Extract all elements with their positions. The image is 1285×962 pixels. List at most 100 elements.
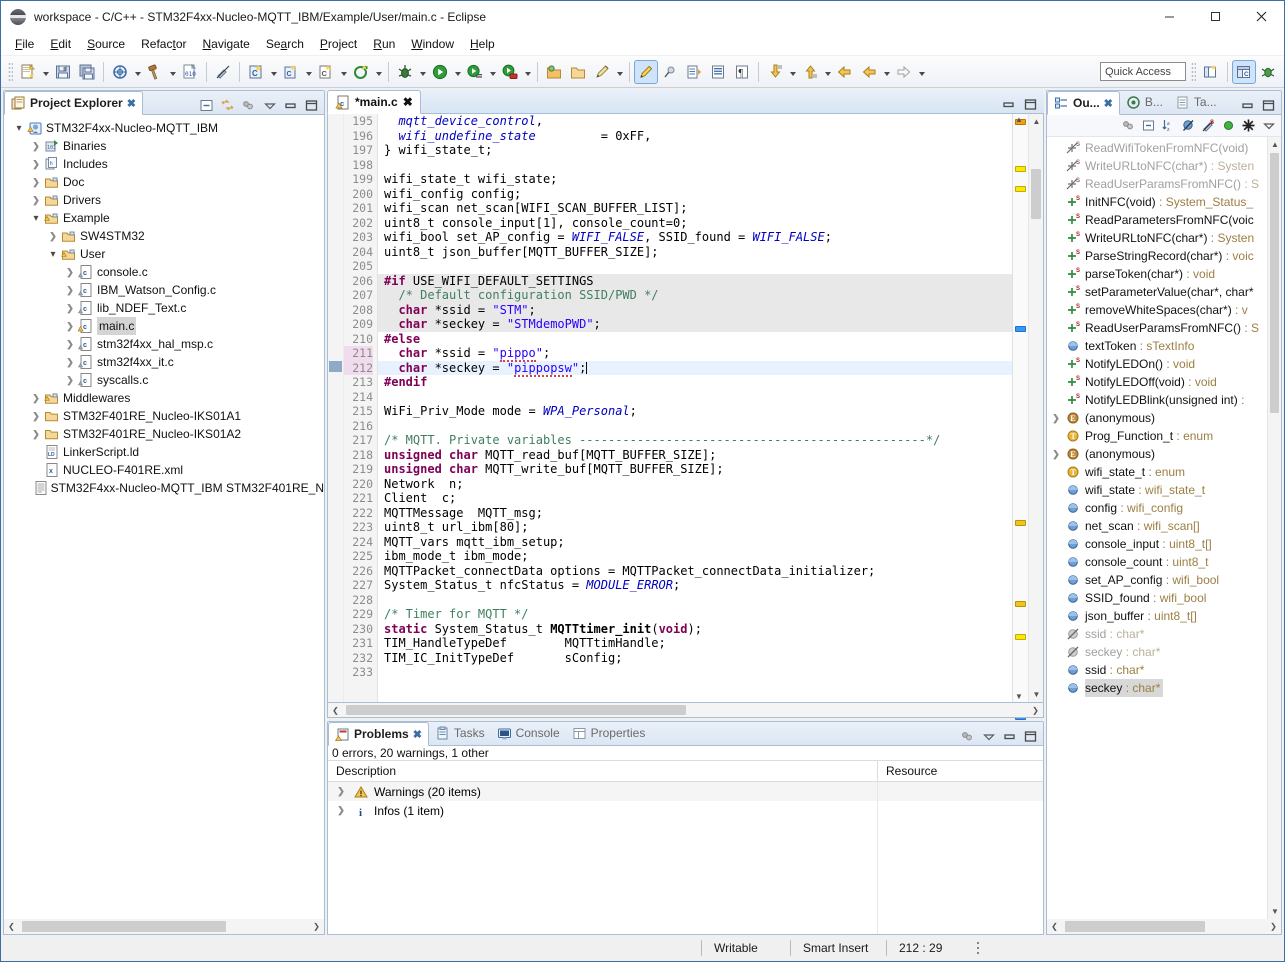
new-source-folder-dropdown-icon[interactable]	[373, 61, 384, 83]
gutter-cell[interactable]	[328, 607, 343, 622]
next-edit-dropdown-icon[interactable]	[787, 61, 798, 83]
focus-active-task-icon[interactable]	[1119, 117, 1137, 135]
gutter-cell[interactable]	[328, 187, 343, 202]
collapse-all-icon[interactable]	[197, 96, 215, 114]
tree-collapse-icon[interactable]	[63, 339, 77, 350]
open-folder-icon[interactable]	[567, 61, 589, 83]
tab-task-list[interactable]: Ta...	[1169, 90, 1223, 114]
view-menu-dots-icon[interactable]	[239, 96, 257, 114]
show-whitespace-icon[interactable]: ¶	[731, 61, 753, 83]
scroll-left-icon[interactable]: ❮	[328, 703, 343, 718]
gutter-cell[interactable]	[328, 477, 343, 492]
tab-build-targets[interactable]: B...	[1120, 90, 1169, 114]
tree-item[interactable]: 101Binaries	[4, 137, 324, 155]
outline-item[interactable]: console_input : uint8_t[]	[1047, 535, 1267, 553]
tree-collapse-icon[interactable]	[29, 141, 43, 152]
tree-collapse-icon[interactable]	[63, 303, 77, 314]
tree-collapse-icon[interactable]	[29, 393, 43, 404]
scroll-right-icon[interactable]: ❯	[1266, 919, 1281, 934]
view-menu-icon[interactable]	[1259, 117, 1277, 135]
gutter-cell[interactable]	[328, 578, 343, 593]
gutter-cell[interactable]	[328, 491, 343, 506]
gutter-cell[interactable]	[328, 636, 343, 651]
hide-macros-icon[interactable]	[1239, 117, 1257, 135]
debug-dropdown-icon[interactable]	[417, 61, 428, 83]
editor-hscrollbar[interactable]: ❮ ❯	[327, 703, 1044, 718]
previous-edit-dropdown-icon[interactable]	[822, 61, 833, 83]
scroll-up-icon[interactable]: ▲	[1029, 114, 1044, 129]
minimize-icon[interactable]	[1000, 727, 1018, 745]
outline-item[interactable]: wifi_state : wifi_state_t	[1047, 481, 1267, 499]
tree-item[interactable]: xNUCLEO-F401RE.xml	[4, 461, 324, 479]
overview-ruler[interactable]: ▲▼	[1012, 114, 1028, 702]
outline-item[interactable]: ❯E(anonymous)	[1047, 445, 1267, 463]
gutter-cell[interactable]	[328, 506, 343, 521]
overview-marker[interactable]	[1015, 634, 1026, 640]
tree-item[interactable]: cmain.c	[4, 317, 324, 335]
minimize-button[interactable]	[1146, 1, 1192, 32]
chevron-right-icon[interactable]: ❯	[1049, 413, 1063, 424]
gutter-cell[interactable]	[328, 462, 343, 477]
debug-bug-icon[interactable]	[394, 61, 416, 83]
build-dropdown-icon[interactable]	[167, 61, 178, 83]
tree-item[interactable]: LDLinkerScript.ld	[4, 443, 324, 461]
tree-collapse-icon[interactable]	[29, 195, 43, 206]
gutter-cell[interactable]	[328, 201, 343, 216]
scroll-left-icon[interactable]: ❮	[4, 919, 19, 934]
chevron-right-icon[interactable]: ❯	[334, 805, 348, 816]
hide-fields-icon[interactable]	[1179, 117, 1197, 135]
gutter-cell[interactable]	[328, 317, 343, 332]
outline-item[interactable]: SReadUserParamsFromNFC() : S	[1047, 175, 1267, 193]
run-icon[interactable]	[429, 61, 451, 83]
overview-marker[interactable]	[1015, 326, 1026, 332]
project-explorer-body[interactable]: STM32F4xx-Nucleo-MQTT_IBM101BinarieshInc…	[4, 115, 324, 919]
outline-item[interactable]: SsetParameterValue(char*, char*	[1047, 283, 1267, 301]
hide-nonpublic-icon[interactable]	[1219, 117, 1237, 135]
link-with-editor-icon[interactable]	[218, 96, 236, 114]
gutter-cell[interactable]	[328, 433, 343, 448]
tree-item[interactable]: cstm32f4xx_it.c	[4, 353, 324, 371]
minimize-icon[interactable]	[281, 96, 299, 114]
tree-collapse-icon[interactable]	[29, 159, 43, 170]
tree-collapse-icon[interactable]	[29, 177, 43, 188]
outline-item[interactable]: SNotifyLEDOff(void) : void	[1047, 373, 1267, 391]
maximize-icon[interactable]	[1021, 95, 1039, 113]
tree-item[interactable]: Doc	[4, 173, 324, 191]
menu-help[interactable]: Help	[462, 34, 503, 54]
sort-az-icon[interactable]: az	[1159, 117, 1177, 135]
tree-collapse-icon[interactable]	[63, 267, 77, 278]
debug-perspective-icon[interactable]	[1257, 61, 1279, 83]
outline-item[interactable]: textToken : sTextInfo	[1047, 337, 1267, 355]
outline-item[interactable]: SWriteURLtoNFC(char*) : Systen	[1047, 229, 1267, 247]
build-all-icon[interactable]	[109, 61, 131, 83]
tree-expand-icon[interactable]	[29, 213, 43, 224]
gutter-cell[interactable]	[328, 129, 343, 144]
outline-item[interactable]: SNotifyLEDOn() : void	[1047, 355, 1267, 373]
problems-row[interactable]: ❯iInfos (1 item)	[328, 801, 1043, 820]
forward-dropdown-icon[interactable]	[916, 61, 927, 83]
tree-item[interactable]: STM32F401RE_Nucleo-IKS01A1	[4, 407, 324, 425]
maximize-button[interactable]	[1192, 1, 1238, 32]
gutter-cell[interactable]	[328, 303, 343, 318]
gutter-cell[interactable]	[328, 361, 343, 376]
menu-refactor[interactable]: Refactor	[133, 34, 194, 54]
gutter-cell[interactable]	[328, 332, 343, 347]
marker-pen-icon[interactable]	[635, 61, 657, 83]
editor-annotation-gutter[interactable]	[328, 114, 344, 702]
outline-item[interactable]: SReadParametersFromNFC(voic	[1047, 211, 1267, 229]
tree-item[interactable]: STM32F4xx-Nucleo-MQTT_IBM	[4, 119, 324, 137]
scroll-left-icon[interactable]: ❮	[1047, 919, 1062, 934]
outline-item[interactable]: Twifi_state_t : enum	[1047, 463, 1267, 481]
overview-marker[interactable]	[1015, 601, 1026, 607]
new-c-project-icon[interactable]: C	[245, 61, 267, 83]
pencil-edit-icon[interactable]	[591, 61, 613, 83]
run-dropdown-icon[interactable]	[452, 61, 463, 83]
tree-item[interactable]: Drivers	[4, 191, 324, 209]
tree-collapse-icon[interactable]	[63, 285, 77, 296]
column-description[interactable]: Description	[328, 760, 878, 782]
close-button[interactable]	[1238, 1, 1284, 32]
maximize-icon[interactable]	[1021, 727, 1039, 745]
gutter-cell[interactable]	[328, 143, 343, 158]
gutter-cell[interactable]	[328, 288, 343, 303]
build-hammer-icon[interactable]	[144, 61, 166, 83]
